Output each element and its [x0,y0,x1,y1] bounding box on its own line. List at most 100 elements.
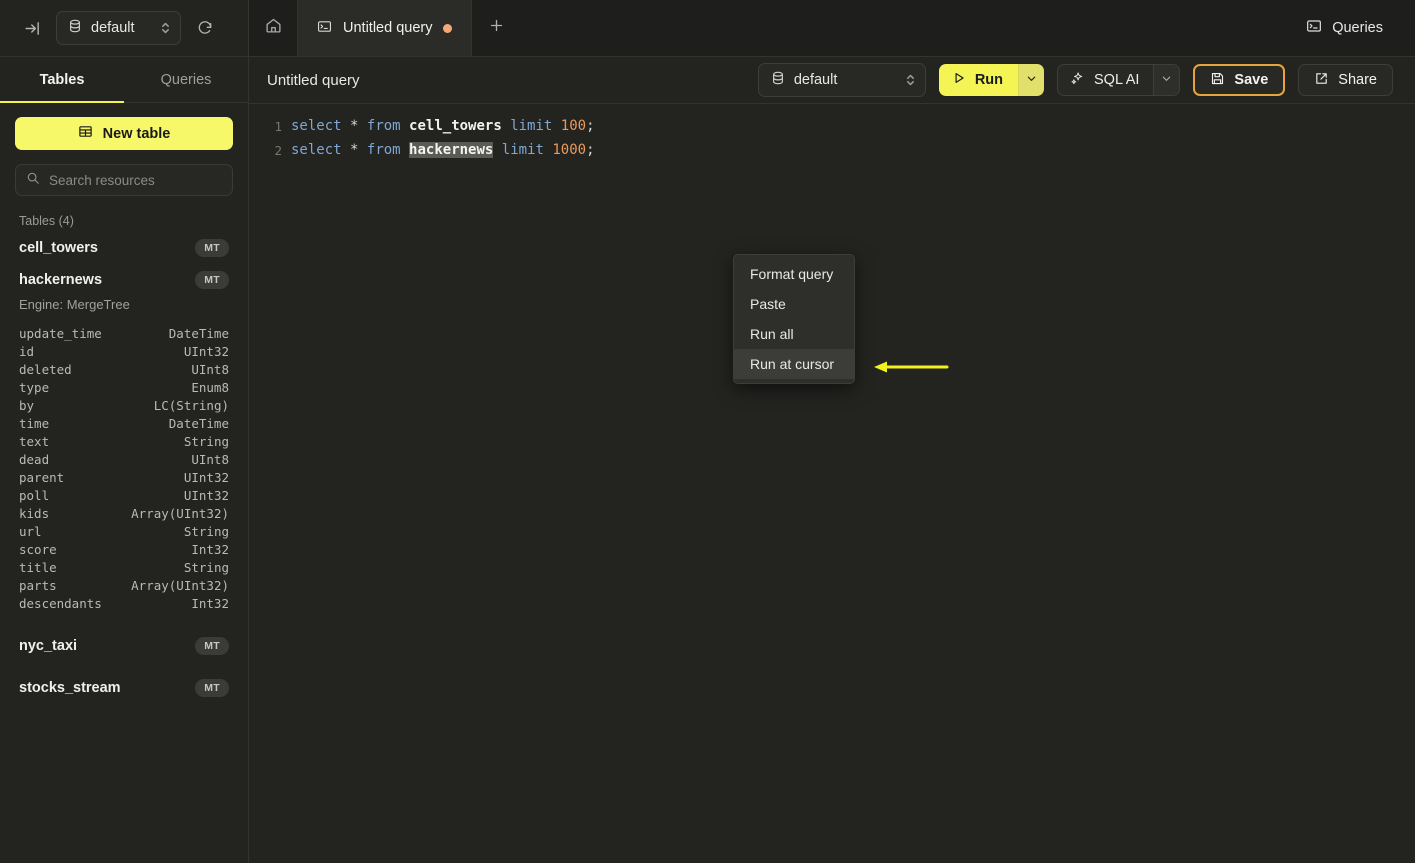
new-table-button-label: New table [102,125,171,142]
table-name-label: cell_towers [19,240,98,256]
sql-token: select [291,118,342,134]
query-tab-untitled-query[interactable]: Untitled query [298,0,473,56]
app-root: default Untitled query Queries Tables Qu… [0,0,1415,863]
context-menu-item-format-query[interactable]: Format query [734,259,854,289]
column-name: score [19,541,57,557]
run-button[interactable]: Run [938,64,1019,96]
table-engine-badge: MT [195,679,229,697]
sidebar-actions: New table [0,103,248,196]
table-row[interactable]: stocks_stream MT [0,672,248,704]
editor-context-menu: Format query Paste Run all Run at cursor [733,254,855,384]
table-row[interactable]: cell_towers MT [0,232,248,264]
save-button-label: Save [1234,72,1269,88]
top-database-label: default [91,20,135,36]
column-name: kids [19,505,50,521]
refresh-icon[interactable] [191,14,219,42]
column-type: Array(UInt32) [131,577,229,593]
table-icon [78,124,93,143]
column-row: url String [0,522,248,540]
table-engine-badge: MT [195,271,229,289]
query-database-label: default [793,72,838,88]
table-row[interactable]: hackernews MT [0,264,248,296]
column-list: update_time DateTime id UInt32 deleted U… [0,318,248,616]
home-tab-button[interactable] [249,0,298,56]
context-menu-item-label: Run all [750,326,794,342]
column-name: deleted [19,361,72,377]
sql-token: 1000 [552,142,587,158]
sidebar-tabs: Tables Queries [0,57,248,103]
column-row: deleted UInt8 [0,360,248,378]
queries-button[interactable]: Queries [1296,11,1393,45]
sql-editor[interactable]: 1 select * from cell_towers limit 100; 2… [249,104,1415,863]
run-button-group[interactable]: Run [938,64,1045,96]
floppy-disk-icon [1210,71,1225,90]
table-engine-badge: MT [195,239,229,257]
sidebar-tab-queries-label: Queries [160,71,212,88]
tables-section-label: Tables (4) [19,214,74,228]
column-type: DateTime [168,325,229,341]
column-type: Enum8 [191,379,229,395]
column-type: DateTime [168,415,229,431]
column-row: descendants Int32 [0,594,248,612]
column-row: update_time DateTime [0,324,248,342]
sql-token: ; [586,118,595,134]
sidebar-tab-tables[interactable]: Tables [0,57,124,103]
column-name: parts [19,577,57,593]
terminal-icon [1306,18,1322,38]
context-menu-item-run-at-cursor[interactable]: Run at cursor [734,349,854,379]
column-row: time DateTime [0,414,248,432]
column-name: time [19,415,50,431]
share-button-label: Share [1338,72,1377,88]
table-row[interactable]: nyc_taxi MT [0,630,248,662]
share-button[interactable]: Share [1298,64,1393,96]
chevron-down-icon [1026,73,1037,87]
context-menu-item-run-all[interactable]: Run all [734,319,854,349]
chevron-down-icon [1161,73,1172,87]
table-name-label: nyc_taxi [19,638,78,654]
context-menu-item-paste[interactable]: Paste [734,289,854,319]
column-type: Array(UInt32) [131,505,229,521]
context-menu-item-label: Run at cursor [750,356,835,372]
chevron-up-down-icon [905,72,916,88]
column-row: dead UInt8 [0,450,248,468]
query-title: Untitled query [267,71,360,89]
column-type: UInt8 [191,361,229,377]
column-type: String [183,433,229,449]
column-type: String [183,523,229,539]
sql-ai-button-group[interactable]: SQL AI [1057,64,1181,96]
table-engine-badge: MT [195,637,229,655]
external-link-icon [1314,71,1329,90]
query-database-selector[interactable]: default [757,63,926,97]
column-name: descendants [19,595,102,611]
search-resources-field[interactable] [15,164,233,196]
sql-ai-button[interactable]: SQL AI [1058,65,1153,95]
sql-token: select [291,142,342,158]
code-line-text[interactable]: select * from cell_towers limit 100; [291,118,595,134]
play-icon [952,71,966,89]
terminal-icon [317,19,332,38]
sidebar-tab-queries[interactable]: Queries [124,57,248,102]
sql-ai-dropdown-caret[interactable] [1153,65,1180,95]
column-row: score Int32 [0,540,248,558]
new-tab-button[interactable] [472,0,520,56]
save-button[interactable]: Save [1193,64,1286,96]
column-name: poll [19,487,50,503]
column-row: text String [0,432,248,450]
collapse-sidebar-icon[interactable] [18,14,46,42]
table-engine-line: Engine: MergeTree [19,297,130,312]
search-input[interactable] [49,172,226,188]
column-name: url [19,523,42,539]
query-tab-label: Untitled query [343,20,433,36]
sparkles-icon [1070,71,1085,90]
top-database-selector[interactable]: default [56,11,181,45]
queries-button-label: Queries [1332,20,1383,36]
column-type: UInt32 [183,343,229,359]
new-table-button[interactable]: New table [15,117,233,150]
run-dropdown-caret[interactable] [1018,64,1045,96]
column-row: title String [0,558,248,576]
code-line-text[interactable]: select * from hackernews limit 1000; [291,142,595,158]
